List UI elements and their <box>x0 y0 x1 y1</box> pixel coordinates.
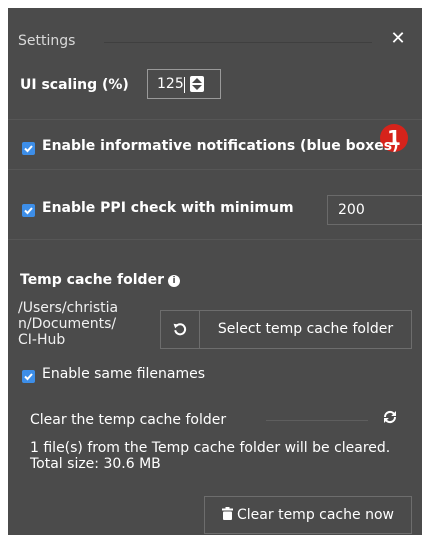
path-line: n/Documents/ <box>18 316 117 332</box>
same-filenames-label: Enable same filenames <box>42 366 206 382</box>
ppi-label: Enable PPI check with minimum <box>42 200 294 216</box>
reset-button[interactable] <box>161 311 200 348</box>
panel-title: Settings <box>18 33 76 49</box>
same-filenames-checkbox[interactable] <box>22 370 35 383</box>
clear-temp-cache-label: Clear temp cache now <box>237 507 394 523</box>
ppi-checkbox[interactable] <box>22 204 35 217</box>
temp-cache-title-text: Temp cache folder <box>20 272 164 288</box>
header-divider <box>104 42 372 43</box>
clear-divider <box>266 420 368 421</box>
clear-cache-title: Clear the temp cache folder <box>30 412 227 428</box>
path-line: /Users/christia <box>18 300 119 316</box>
ppi-min-input[interactable]: 200 <box>327 195 422 225</box>
divider <box>8 169 422 170</box>
ui-scaling-input[interactable]: 125 <box>147 69 221 99</box>
divider <box>8 239 422 240</box>
ui-scaling-value: 125 <box>157 76 184 92</box>
info-icon[interactable]: i <box>167 275 180 287</box>
path-line: CI-Hub <box>18 332 66 348</box>
text-cursor <box>184 77 185 93</box>
settings-panel: Settings ✕ UI scaling (%) 125 1 Enable i… <box>8 8 422 535</box>
refresh-icon[interactable] <box>382 409 398 425</box>
temp-cache-button-group: Select temp cache folder <box>160 310 412 349</box>
notifications-label: Enable informative notifications (blue b… <box>42 138 399 154</box>
close-icon[interactable]: ✕ <box>390 29 406 49</box>
select-temp-cache-folder-button[interactable]: Select temp cache folder <box>200 311 411 348</box>
temp-cache-title: Temp cache folder i <box>20 272 180 288</box>
reset-icon <box>173 323 187 336</box>
clear-temp-cache-button[interactable]: Clear temp cache now <box>204 496 412 534</box>
divider <box>8 119 422 120</box>
ui-scaling-label: UI scaling (%) <box>20 77 129 93</box>
trash-icon <box>222 507 234 520</box>
temp-cache-path: /Users/christia n/Documents/ CI-Hub <box>18 300 153 348</box>
notifications-checkbox[interactable] <box>22 142 35 155</box>
stepper-icon[interactable] <box>190 76 204 92</box>
clear-cache-info: 1 file(s) from the Temp cache folder wil… <box>30 440 391 472</box>
